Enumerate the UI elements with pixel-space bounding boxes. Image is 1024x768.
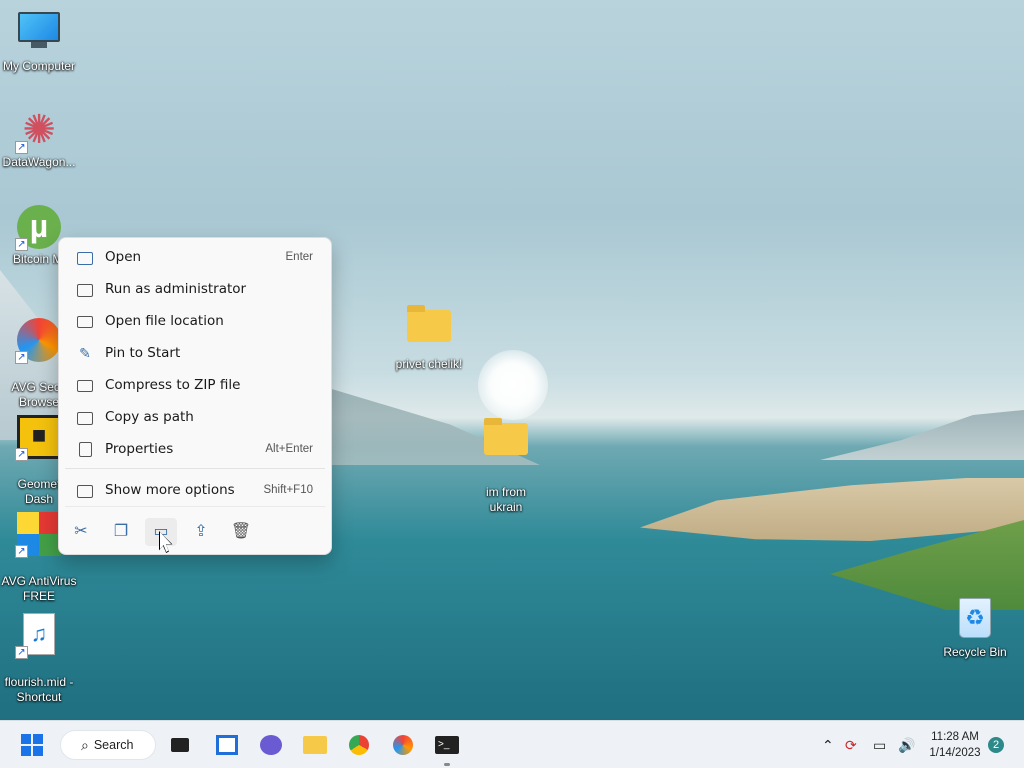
copy-icon[interactable]: ❐ [105,518,137,546]
menu-item-label: Open file location [105,313,224,329]
share-icon[interactable]: ⇪ [185,518,217,546]
desktop-icon-datawagon[interactable]: ✺ ↗ DataWagon... [1,108,77,170]
folder-icon [407,305,451,354]
windows-logo-icon [21,734,43,756]
desktop-icon-flourish[interactable]: ♫ ↗ flourish.mid - Shortcut [1,598,77,720]
desktop-icon-label: privet chelik! [395,357,463,371]
widgets-icon[interactable] [209,727,245,763]
task-view-icon[interactable] [162,727,198,763]
menu-divider [65,506,325,507]
start-button[interactable] [14,727,50,763]
menu-item-shortcut: Shift+F10 [263,484,313,496]
more-options-icon [65,482,105,498]
volume-icon[interactable]: 🔊 [898,721,915,768]
desktop-icon-label: My Computer [2,59,76,73]
star-icon: ✺ ↗ [15,108,61,154]
menu-item-open-file-location[interactable]: Open file location [65,306,325,336]
desktop-icon-label: im from ukrain [486,485,526,514]
menu-item-show-more-options[interactable]: Show more options Shift+F10 [65,475,325,505]
desktop-icon-label: flourish.mid - Shortcut [4,675,74,704]
folder-icon [65,313,105,329]
clock-time: 11:28 AM [931,731,979,743]
sync-alert-icon[interactable]: ⟳ [845,721,857,768]
utorrent-icon: µ ↗ [15,205,61,251]
menu-item-label: Pin to Start [105,345,181,361]
menu-item-label: Open [105,249,142,265]
desktop-icon-my-computer[interactable]: My Computer [1,10,77,74]
desktop-icon-label: DataWagon... [2,155,76,169]
context-menu: Open Enter Run as administrator Open fil… [58,237,332,555]
menu-item-label: Copy as path [105,409,194,425]
active-app-indicator [444,763,450,766]
menu-item-properties[interactable]: Properties Alt+Enter [65,434,325,464]
avg-secure-browser-icon: ↗ [15,318,61,364]
search-icon: ⌕ [81,736,89,753]
desktop-icon-privet-folder[interactable]: privet chelik! [390,300,468,372]
chrome-icon[interactable] [341,727,377,763]
clock[interactable]: 11:28 AM 1/14/2023 [920,729,990,761]
open-window-icon [65,249,105,265]
desktop-icon-im-from-folder[interactable]: im from ukrain [468,398,544,530]
folder-icon [484,418,528,467]
avg-browser-icon[interactable] [385,727,421,763]
properties-icon [65,441,105,458]
menu-item-pin-to-start[interactable]: ✎ Pin to Start [65,338,325,368]
chat-icon[interactable] [253,727,289,763]
search-label: Search [93,738,134,752]
menu-item-label: Properties [105,441,174,457]
shield-admin-icon [65,281,105,297]
menu-item-copy-as-path[interactable]: Copy as path [65,402,325,432]
copy-path-icon [65,409,105,425]
clock-date: 1/14/2023 [929,747,981,759]
tray-overflow-icon[interactable]: ⌃ [822,721,834,768]
desktop-icon-label: Recycle Bin [943,645,1007,659]
delete-icon[interactable]: 🗑 [225,518,257,546]
cut-icon[interactable]: ✂ [65,518,97,546]
search-button[interactable]: ⌕ Search [60,730,156,760]
geometry-dash-icon: ■ ↗ [15,415,61,461]
menu-item-label: Run as administrator [105,281,247,297]
menu-item-shortcut: Alt+Enter [265,443,313,455]
file-explorer-icon[interactable] [297,727,333,763]
network-icon[interactable]: ▭ [873,721,886,768]
avg-antivirus-icon: ↗ [15,512,61,558]
menu-item-compress-zip[interactable]: Compress to ZIP file [65,370,325,400]
notification-badge[interactable]: 2 [988,737,1004,753]
menu-item-shortcut: Enter [285,251,314,263]
desktop-icon-recycle-bin[interactable]: ♻ Recycle Bin [937,596,1013,660]
pin-icon: ✎ [79,344,91,361]
zip-folder-icon [65,377,105,393]
audio-file-icon: ♫ ↗ [15,613,61,659]
wallpaper-hills-right [820,410,1024,460]
terminal-icon[interactable]: >_ [429,727,465,763]
recycle-bin-icon: ♻ [953,598,997,642]
menu-item-run-as-administrator[interactable]: Run as administrator [65,274,325,304]
desktop[interactable]: My Computer ✺ ↗ DataWagon... µ ↗ Bitcoin M… [0,0,1024,720]
taskbar: ⌕ Search >_ ⌃ ⟳ ▭ 🔊 11:28 AM 1/14/2023 2 [0,720,1024,768]
menu-divider [65,468,325,469]
menu-item-label: Compress to ZIP file [105,377,241,393]
menu-item-label: Show more options [105,482,235,498]
monitor-icon [17,12,61,56]
menu-item-open[interactable]: Open Enter [65,242,325,272]
